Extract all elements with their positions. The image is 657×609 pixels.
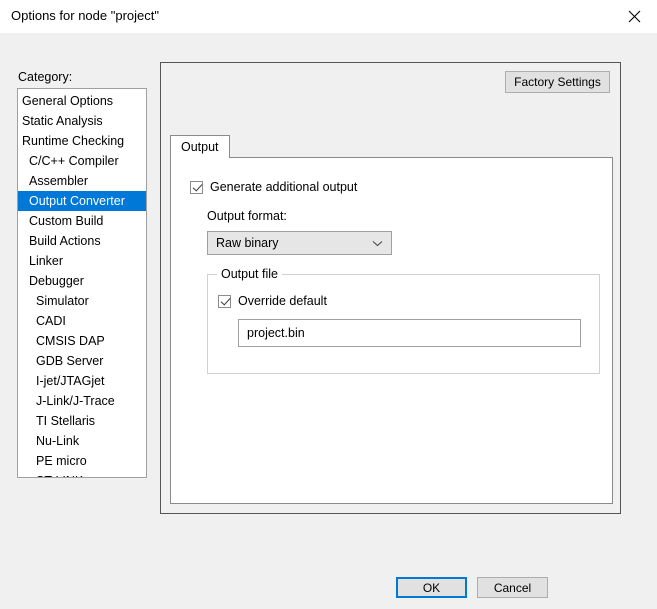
sidebar-item-simulator[interactable]: Simulator	[18, 291, 146, 311]
sidebar-item-general-options[interactable]: General Options	[18, 91, 146, 111]
sidebar-item-nu-link[interactable]: Nu-Link	[18, 431, 146, 451]
tab-strip: Output	[170, 135, 613, 158]
sidebar-item-debugger[interactable]: Debugger	[18, 271, 146, 291]
sidebar-item-pe-micro[interactable]: PE micro	[18, 451, 146, 471]
close-icon	[628, 10, 641, 23]
sidebar-item-runtime-checking[interactable]: Runtime Checking	[18, 131, 146, 151]
tab-content-output: Generate additional output Output format…	[170, 157, 613, 504]
factory-settings-button[interactable]: Factory Settings	[505, 71, 610, 93]
sidebar-item-st-link[interactable]: ST-LINK	[18, 471, 146, 477]
sidebar-item-output-converter[interactable]: Output Converter	[18, 191, 146, 211]
checkbox-box	[190, 180, 203, 194]
override-default-label: Override default	[238, 294, 327, 308]
sidebar-item-cadi[interactable]: CADI	[18, 311, 146, 331]
output-format-select[interactable]: Raw binary	[207, 231, 392, 255]
category-label: Category:	[18, 70, 73, 84]
sidebar-item-gdb-server[interactable]: GDB Server	[18, 351, 146, 371]
generate-additional-output-checkbox[interactable]: Generate additional output	[190, 180, 357, 194]
ok-button[interactable]: OK	[396, 577, 467, 598]
tab-output[interactable]: Output	[170, 135, 230, 158]
title-bar: Options for node "project"	[0, 0, 657, 33]
sidebar-item-assembler[interactable]: Assembler	[18, 171, 146, 191]
output-file-legend: Output file	[217, 267, 282, 281]
sidebar-item-cmsis-dap[interactable]: CMSIS DAP	[18, 331, 146, 351]
sidebar-item-c-cpp-compiler[interactable]: C/C++ Compiler	[18, 151, 146, 171]
settings-panel: Factory Settings Output Generate additio…	[160, 62, 621, 514]
close-button[interactable]	[612, 0, 657, 33]
output-file-input[interactable]	[238, 319, 581, 347]
output-format-value: Raw binary	[216, 236, 279, 250]
output-file-group: Output file Override default	[207, 267, 600, 374]
generate-additional-output-label: Generate additional output	[210, 180, 358, 194]
sidebar-item-build-actions[interactable]: Build Actions	[18, 231, 146, 251]
checkbox-box	[218, 294, 231, 308]
sidebar-item-i-jet-jtagjet[interactable]: I-jet/JTAGjet	[18, 371, 146, 391]
sidebar-item-custom-build[interactable]: Custom Build	[18, 211, 146, 231]
window-title: Options for node "project"	[11, 8, 159, 23]
sidebar-item-j-link-j-trace[interactable]: J-Link/J-Trace	[18, 391, 146, 411]
output-format-label: Output format:	[207, 209, 287, 223]
chevron-down-icon	[372, 232, 383, 254]
cancel-button[interactable]: Cancel	[477, 577, 548, 598]
override-default-checkbox[interactable]: Override default	[218, 294, 327, 308]
sidebar-item-static-analysis[interactable]: Static Analysis	[18, 111, 146, 131]
sidebar-item-ti-stellaris[interactable]: TI Stellaris	[18, 411, 146, 431]
tab-strip-filler	[170, 135, 613, 158]
sidebar-item-linker[interactable]: Linker	[18, 251, 146, 271]
category-list[interactable]: General Options Static Analysis Runtime …	[17, 88, 147, 478]
